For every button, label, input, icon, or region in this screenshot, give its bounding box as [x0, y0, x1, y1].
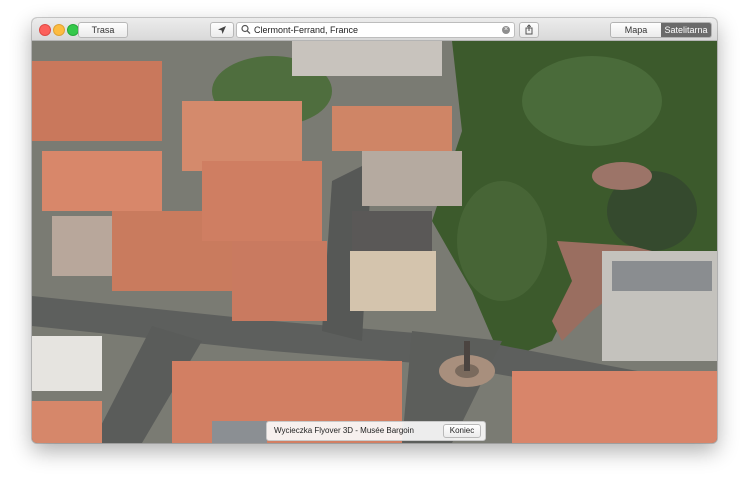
search-field[interactable]: Clermont-Ferrand, France × — [236, 22, 515, 38]
location-arrow-icon — [218, 26, 226, 34]
end-tour-button[interactable]: Koniec — [443, 424, 481, 438]
share-icon — [525, 24, 533, 35]
share-button[interactable] — [519, 22, 539, 38]
satellite-mode-button[interactable]: Satelitarna — [661, 23, 711, 37]
map-mode-switch[interactable]: Mapa Satelitarna — [610, 22, 712, 38]
route-button-label: Trasa — [91, 25, 115, 35]
maps-window: Trasa Clermont-Ferrand, France × Mapa Sa… — [32, 18, 717, 443]
flyover-tour-bar: Wycieczka Flyover 3D - Musée Bargoin Kon… — [266, 421, 486, 441]
satellite-imagery — [32, 41, 717, 443]
current-location-button[interactable] — [210, 22, 234, 38]
search-value: Clermont-Ferrand, France — [254, 25, 359, 35]
route-button[interactable]: Trasa — [78, 22, 128, 38]
map-mode-button[interactable]: Mapa — [611, 23, 661, 37]
clear-search-icon[interactable]: × — [502, 26, 510, 34]
toolbar: Trasa Clermont-Ferrand, France × Mapa Sa… — [32, 18, 717, 41]
flyover-tour-title: Wycieczka Flyover 3D - Musée Bargoin — [274, 426, 414, 435]
search-icon — [241, 24, 251, 35]
minimize-window-button[interactable] — [53, 24, 65, 36]
close-window-button[interactable] — [39, 24, 51, 36]
satellite-3d-map[interactable] — [32, 41, 717, 443]
